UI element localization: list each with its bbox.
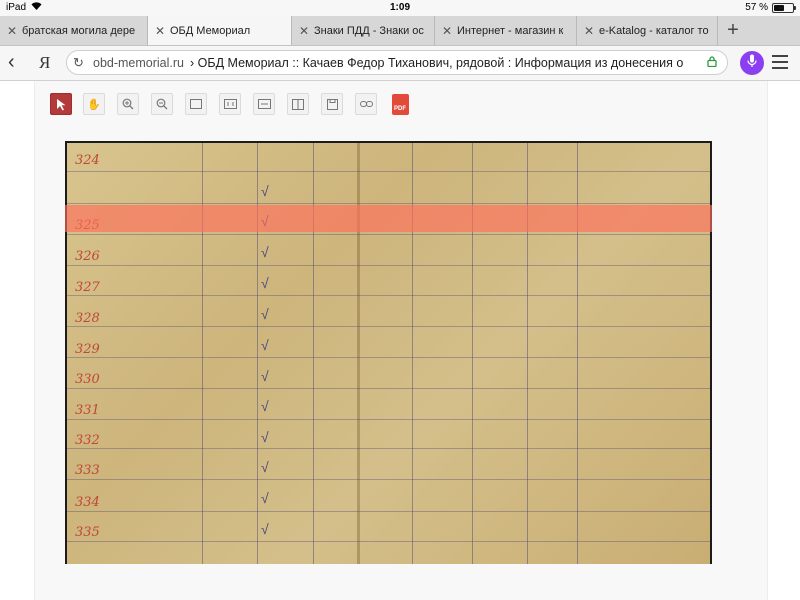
url-domain: obd-memorial.ru — [93, 55, 185, 70]
check-mark: √ — [261, 183, 269, 199]
link-icon[interactable] — [355, 93, 377, 115]
tab-label: Интернет - магазин к — [457, 24, 564, 37]
tab-2[interactable]: ✕ ОБД Мемориал — [148, 16, 292, 45]
url-page-title: › ОБД Мемориал :: Качаев Федор Тиханович… — [190, 55, 684, 70]
lock-icon — [707, 55, 721, 70]
row-number: 324 — [75, 153, 100, 168]
new-tab-button[interactable]: + — [718, 16, 748, 45]
battery-fill — [774, 4, 785, 11]
clock: 1:09 — [389, 2, 410, 13]
pdf-download-button[interactable]: PDF — [389, 93, 411, 115]
row-number: 331 — [75, 403, 100, 418]
check-mark: √ — [261, 521, 269, 537]
close-tab-icon[interactable]: ✕ — [440, 24, 454, 38]
zoom-in-icon[interactable] — [117, 93, 139, 115]
tab-1[interactable]: ✕ братская могила дере — [0, 16, 148, 45]
tab-5[interactable]: ✕ e-Katalog - каталог то — [577, 16, 718, 45]
microphone-icon — [747, 54, 757, 73]
voice-search-button[interactable] — [740, 51, 764, 75]
close-tab-icon[interactable]: ✕ — [582, 24, 596, 38]
row-number: 334 — [75, 495, 100, 510]
pointer-tool-icon[interactable] — [50, 93, 72, 115]
close-tab-icon[interactable]: ✕ — [153, 24, 167, 38]
tab-label: e-Katalog - каталог то — [599, 24, 709, 37]
address-bar[interactable]: ↻ obd-memorial.ru › ОБД Мемориал :: Кача… — [66, 50, 728, 75]
check-mark: √ — [261, 398, 269, 414]
check-mark: √ — [261, 244, 269, 260]
battery-percent: 57 % — [745, 2, 768, 13]
tab-label: Знаки ПДД - Знаки ос — [314, 24, 424, 37]
check-mark: √ — [261, 429, 269, 445]
zoom-out-icon[interactable] — [151, 93, 173, 115]
yandex-button[interactable]: Я — [39, 53, 50, 73]
page-content: ✋ PDF 324 326 327 328 329 330 331 332 33… — [0, 81, 800, 600]
row-number: 335 — [75, 525, 100, 540]
status-bar: iPad 1:09 57 % — [0, 0, 800, 16]
tab-strip: ✕ братская могила дере ✕ ОБД Мемориал ✕ … — [0, 16, 800, 46]
highlighted-record-row — [65, 205, 712, 232]
row-number: 332 — [75, 433, 100, 448]
close-tab-icon[interactable]: ✕ — [297, 24, 311, 38]
tab-label: братская могила дере — [22, 24, 136, 37]
fit-width-icon[interactable] — [253, 93, 275, 115]
battery-icon — [772, 2, 796, 13]
save-icon[interactable] — [321, 93, 343, 115]
row-number: 333 — [75, 463, 100, 478]
row-number: 326 — [75, 249, 100, 264]
tab-label: ОБД Мемориал — [170, 24, 251, 37]
reload-icon[interactable]: ↻ — [73, 55, 89, 71]
row-number: 327 — [75, 280, 100, 295]
fit-height-icon[interactable] — [287, 93, 309, 115]
back-button[interactable]: ‹ — [8, 52, 15, 72]
check-mark: √ — [261, 368, 269, 384]
pdf-icon: PDF — [391, 93, 409, 115]
actual-size-icon[interactable] — [219, 93, 241, 115]
row-number: 328 — [75, 311, 100, 326]
browser-toolbar: ‹ Я ↻ obd-memorial.ru › ОБД Мемориал :: … — [0, 46, 800, 81]
row-number: 330 — [75, 372, 100, 387]
tab-4[interactable]: ✕ Интернет - магазин к — [435, 16, 577, 45]
check-mark: √ — [261, 337, 269, 353]
select-area-icon[interactable] — [185, 93, 207, 115]
check-mark: √ — [261, 490, 269, 506]
menu-icon[interactable] — [772, 55, 788, 73]
close-tab-icon[interactable]: ✕ — [5, 24, 19, 38]
tab-3[interactable]: ✕ Знаки ПДД - Знаки ос — [292, 16, 435, 45]
check-mark: √ — [261, 459, 269, 475]
pdf-label: PDF — [394, 105, 406, 112]
hand-tool-icon[interactable]: ✋ — [83, 93, 105, 115]
check-mark: √ — [261, 275, 269, 291]
check-mark: √ — [261, 306, 269, 322]
row-number: 329 — [75, 342, 100, 357]
